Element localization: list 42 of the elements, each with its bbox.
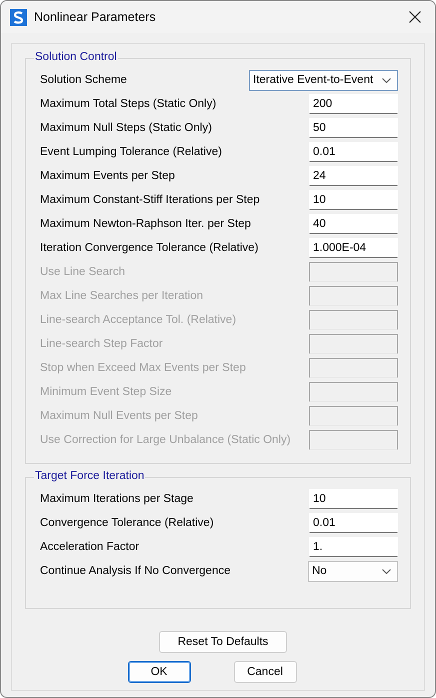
dropdown[interactable]: Iterative Event-to-Event [249, 70, 398, 90]
field-label: Maximum Total Steps (Static Only) [40, 98, 216, 110]
input-field[interactable]: 200 [309, 94, 398, 114]
caret-icon [382, 78, 391, 82]
input-field[interactable]: 0.01 [309, 142, 398, 162]
field-label: Max Line Searches per Iteration [40, 290, 204, 302]
field-label: Maximum Events per Step [40, 170, 175, 182]
input-field[interactable]: 40 [309, 214, 398, 234]
field-label: Stop when Exceed Max Events per Step [40, 362, 246, 374]
field-label: Solution Scheme [40, 74, 127, 86]
field-label: Event Lumping Tolerance (Relative) [40, 146, 222, 158]
input-field[interactable]: 1.000E-04 [309, 238, 398, 258]
field-label: Acceleration Factor [40, 541, 140, 553]
close-icon[interactable] [409, 11, 421, 23]
window-title: Nonlinear Parameters [34, 10, 157, 24]
reset-button[interactable]: Reset To Defaults [159, 631, 287, 653]
input-field[interactable]: 24 [309, 166, 398, 186]
dropdown[interactable]: No [308, 560, 398, 582]
field-label: Use Correction for Large Unbalance (Static Only) [40, 434, 291, 446]
field-label: Line-search Step Factor [40, 338, 163, 350]
field-label: Continue Analysis If No Convergence [40, 565, 230, 577]
field-label: Maximum Null Steps (Static Only) [40, 122, 212, 134]
field-label: Maximum Newton-Raphson Iter. per Step [40, 218, 251, 230]
caret-icon [382, 568, 391, 574]
field-label: Convergence Tolerance (Relative) [40, 517, 214, 529]
input-field[interactable]: 0.01 [309, 513, 398, 533]
field-label: Minimum Event Step Size [40, 386, 172, 398]
field-label: Line-search Acceptance Tol. (Relative) [40, 314, 236, 326]
field-label: Maximum Iterations per Stage [40, 493, 194, 505]
field-label: Maximum Null Events per Step [40, 410, 198, 422]
input-field[interactable]: 10 [309, 190, 398, 210]
input-field[interactable]: 10 [309, 489, 398, 509]
app-logo-icon [10, 8, 27, 26]
group-title: Target Force Iteration [34, 470, 146, 482]
dialog-button[interactable]: Cancel [234, 661, 296, 683]
group-title: Solution Control [34, 51, 118, 63]
input-field[interactable]: 50 [309, 118, 398, 138]
field-label: Use Line Search [40, 266, 126, 278]
input-field[interactable]: 1. [309, 537, 398, 557]
field-label: Maximum Constant-Stiff Iterations per Step [40, 194, 260, 206]
dialog-button[interactable]: OK [128, 661, 190, 683]
field-label: Iteration Convergence Tolerance (Relative) [40, 242, 258, 254]
